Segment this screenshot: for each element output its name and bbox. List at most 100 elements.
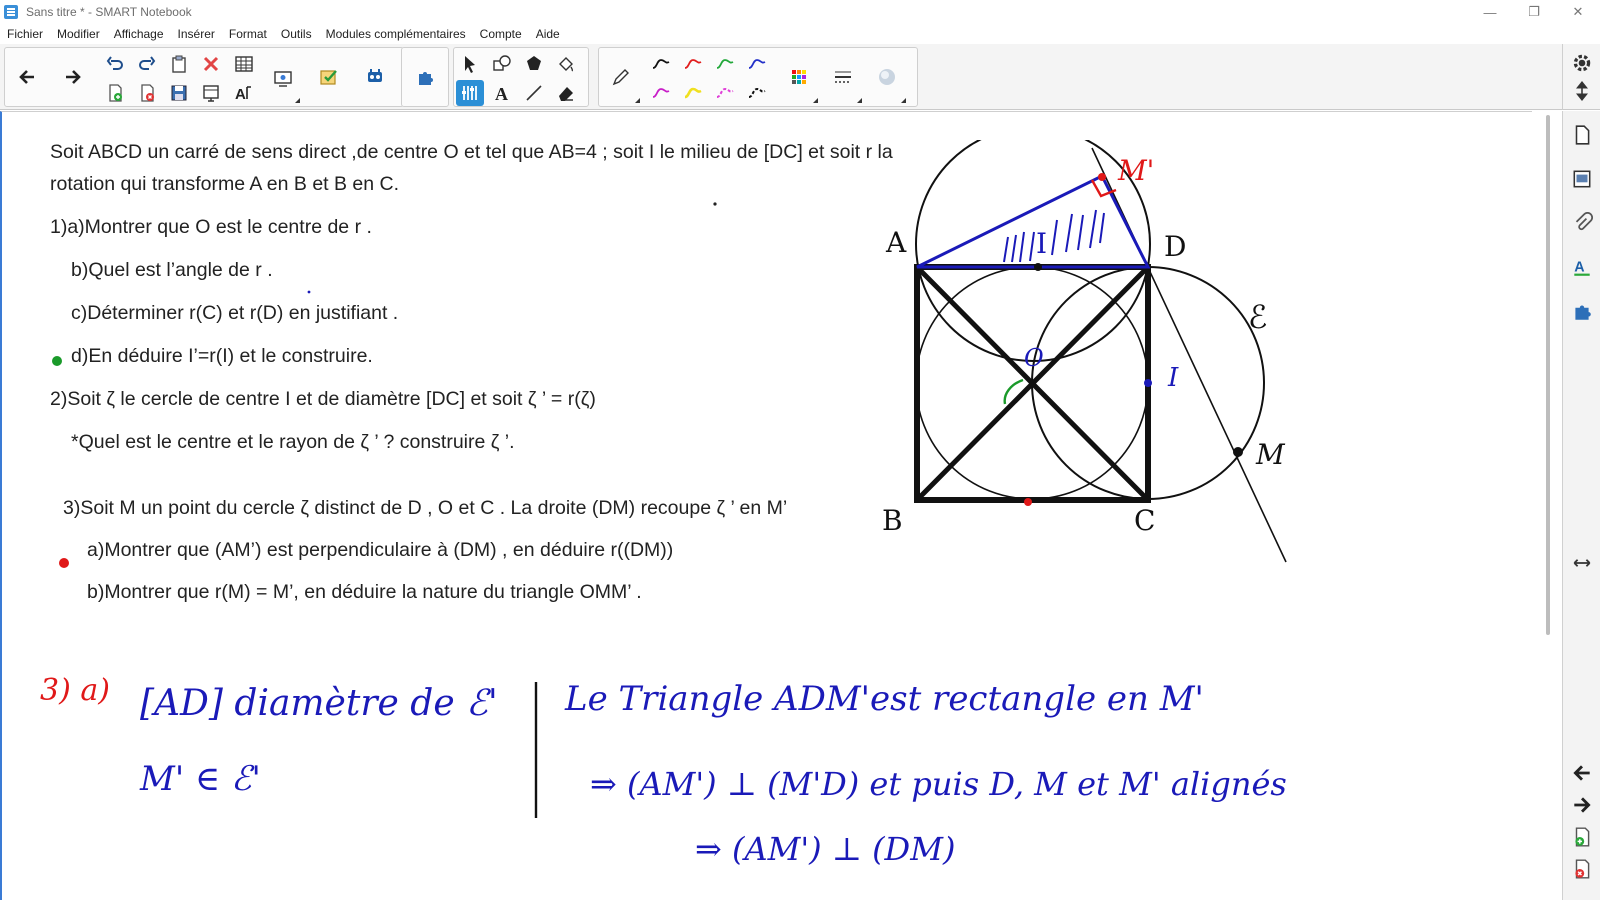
pen-style-red-icon[interactable] bbox=[679, 51, 707, 77]
addons-panel-icon[interactable] bbox=[1568, 297, 1596, 325]
fill-effect-icon[interactable] bbox=[873, 64, 901, 90]
side-panel-tabs: A bbox=[1562, 111, 1600, 900]
title-bar: Sans titre * - SMART Notebook — ❐ ✕ bbox=[0, 0, 1600, 24]
gallery-icon[interactable] bbox=[1568, 165, 1596, 193]
green-dot bbox=[52, 356, 62, 366]
toolbar-group-pens bbox=[598, 47, 918, 107]
fill-effect-dropdown-icon[interactable] bbox=[901, 98, 906, 103]
text-icon[interactable]: A bbox=[488, 80, 516, 106]
label-I-top: I bbox=[1036, 227, 1047, 260]
properties-icon[interactable]: A bbox=[1568, 253, 1596, 281]
polygon-icon[interactable] bbox=[520, 51, 548, 77]
delete-page-icon[interactable] bbox=[133, 80, 161, 106]
attachments-icon[interactable] bbox=[1568, 209, 1596, 237]
svg-text:A: A bbox=[495, 84, 508, 103]
menu-modifier[interactable]: Modifier bbox=[50, 24, 107, 44]
pen-style-black-dashed-icon[interactable] bbox=[743, 80, 771, 106]
hw-line-3: Le Triangle ADM'est rectangle en M' bbox=[564, 679, 1204, 719]
svg-text:A: A bbox=[235, 86, 246, 103]
pen-style-pink-dashed-icon[interactable] bbox=[711, 80, 739, 106]
label-B: B bbox=[882, 504, 903, 537]
toolbar-group-edit: A bbox=[4, 47, 404, 107]
point-mid-AD bbox=[1034, 263, 1042, 271]
paste-icon[interactable] bbox=[165, 51, 193, 77]
geometry-figure[interactable]: A B C D O I I M M' ℰ bbox=[880, 140, 1340, 580]
handwritten-solution[interactable]: 3) a) [AD] diamètre de ℰ' M' ∈ ℰ' Le Tri… bbox=[30, 660, 1520, 890]
annotation-dots bbox=[52, 202, 717, 568]
toolbar-settings-area bbox=[1562, 44, 1600, 110]
resize-panel-icon[interactable] bbox=[1568, 549, 1596, 577]
line-style-icon[interactable] bbox=[829, 64, 857, 90]
move-toolbar-icon[interactable] bbox=[1568, 77, 1596, 105]
label-I-right: I bbox=[1167, 363, 1179, 393]
point-mid-BC bbox=[1024, 498, 1032, 506]
pen-dropdown-icon[interactable] bbox=[635, 98, 640, 103]
close-button[interactable]: ✕ bbox=[1556, 0, 1600, 24]
select-icon[interactable] bbox=[456, 51, 484, 77]
toolbar-group-tools: A bbox=[453, 47, 589, 107]
lab-activity-icon[interactable] bbox=[361, 64, 389, 90]
menu-inserer[interactable]: Insérer bbox=[171, 24, 222, 44]
measure-icon[interactable] bbox=[456, 80, 484, 106]
gear-icon[interactable] bbox=[1568, 49, 1596, 77]
forward-arrow-icon[interactable] bbox=[59, 64, 87, 90]
add-page-side-icon[interactable] bbox=[1568, 823, 1596, 851]
screen-shade-icon[interactable] bbox=[197, 80, 225, 106]
menu-aide[interactable]: Aide bbox=[529, 24, 567, 44]
screen-capture-icon[interactable] bbox=[269, 66, 297, 92]
menu-bar: Fichier Modifier Affichage Insérer Forma… bbox=[0, 24, 1600, 44]
pen-style-blue-icon[interactable] bbox=[743, 51, 771, 77]
vertical-scrollbar[interactable] bbox=[1546, 115, 1550, 635]
label-M: M bbox=[1255, 438, 1286, 471]
response-icon[interactable] bbox=[315, 64, 343, 90]
minimize-button[interactable]: — bbox=[1468, 0, 1512, 24]
delete-icon[interactable] bbox=[197, 51, 225, 77]
menu-affichage[interactable]: Affichage bbox=[107, 24, 171, 44]
pen-style-magenta-icon[interactable] bbox=[647, 80, 675, 106]
next-page-icon[interactable] bbox=[1568, 791, 1596, 819]
menu-outils[interactable]: Outils bbox=[274, 24, 319, 44]
hw-label: 3) a) bbox=[40, 673, 110, 708]
pen-icon[interactable] bbox=[607, 64, 635, 90]
label-O: O bbox=[1024, 344, 1044, 372]
line-style-dropdown-icon[interactable] bbox=[857, 98, 862, 103]
label-C: C bbox=[1134, 504, 1155, 537]
add-page-icon[interactable] bbox=[101, 80, 129, 106]
label-M-prime: M' bbox=[1117, 154, 1154, 187]
red-dot bbox=[59, 558, 69, 568]
label-circle: ℰ bbox=[1248, 298, 1267, 336]
hw-line-5: ⇒ (AM') ⊥ (DM) bbox=[695, 830, 955, 868]
menu-modules[interactable]: Modules complémentaires bbox=[319, 24, 473, 44]
pen-style-black-icon[interactable] bbox=[647, 51, 675, 77]
hw-line-4: ⇒ (AM') ⊥ (M'D) et puis D, M et M' align… bbox=[590, 765, 1287, 803]
recognize-icon[interactable]: A bbox=[230, 80, 258, 106]
color-palette-icon[interactable] bbox=[785, 64, 813, 90]
hw-line-1: [AD] diamètre de ℰ' bbox=[140, 683, 498, 724]
hw-line-2: M' ∈ ℰ' bbox=[139, 759, 261, 799]
shapes-icon[interactable] bbox=[488, 51, 516, 77]
previous-page-icon[interactable] bbox=[1568, 759, 1596, 787]
addons-icon[interactable] bbox=[411, 64, 439, 90]
redo-icon[interactable] bbox=[133, 51, 161, 77]
menu-fichier[interactable]: Fichier bbox=[0, 24, 50, 44]
screen-capture-dropdown-icon[interactable] bbox=[295, 98, 300, 103]
svg-text:A: A bbox=[1574, 259, 1584, 275]
menu-format[interactable]: Format bbox=[222, 24, 274, 44]
restore-button[interactable]: ❐ bbox=[1512, 0, 1556, 24]
save-icon[interactable] bbox=[165, 80, 193, 106]
back-arrow-icon[interactable] bbox=[13, 64, 41, 90]
pen-style-yellow-icon[interactable] bbox=[679, 80, 707, 106]
eraser-icon[interactable] bbox=[552, 80, 580, 106]
point-M-prime bbox=[1098, 173, 1106, 181]
triangle-ADM-prime bbox=[916, 173, 1151, 269]
fill-icon[interactable] bbox=[552, 51, 580, 77]
window-title: Sans titre * - SMART Notebook bbox=[26, 5, 192, 19]
line-icon[interactable] bbox=[520, 80, 548, 106]
menu-compte[interactable]: Compte bbox=[473, 24, 529, 44]
color-dropdown-icon[interactable] bbox=[813, 98, 818, 103]
undo-icon[interactable] bbox=[101, 51, 129, 77]
delete-page-side-icon[interactable] bbox=[1568, 855, 1596, 883]
pen-style-green-icon[interactable] bbox=[711, 51, 739, 77]
page-sorter-icon[interactable] bbox=[1568, 121, 1596, 149]
table-icon[interactable] bbox=[230, 51, 258, 77]
